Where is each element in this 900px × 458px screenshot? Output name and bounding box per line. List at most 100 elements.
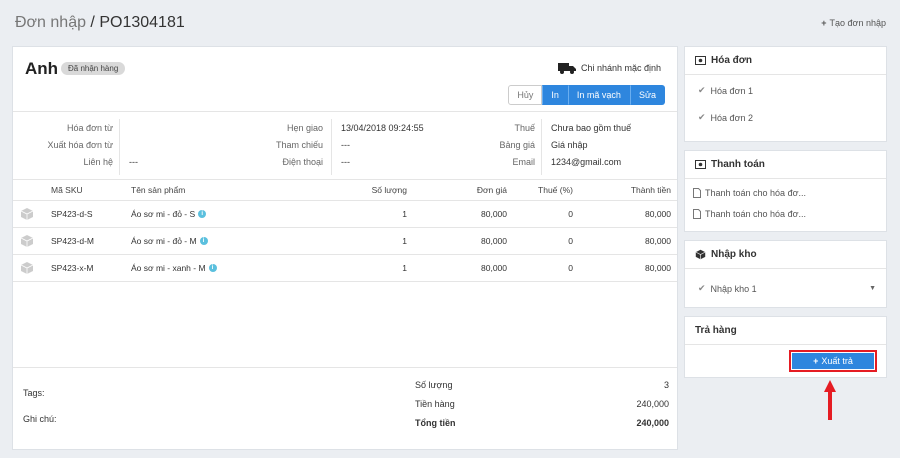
- info-value: [113, 140, 123, 157]
- product-table: Mã SKU Tên sản phẩm Số lượng Đơn giá Thu…: [13, 179, 677, 282]
- payment-card-header: Thanh toán: [685, 151, 886, 179]
- invoice-card-header: Hóa đơn: [685, 47, 886, 75]
- cell-tax: 0: [568, 236, 573, 246]
- cell-product-name[interactable]: Áo sơ mi - đỏ - Mi: [131, 228, 208, 254]
- summary-value: 240,000: [636, 418, 669, 428]
- info-value: ---: [341, 140, 350, 150]
- summary-label: Tổng tiền: [415, 418, 456, 428]
- check-icon: ✔: [698, 85, 706, 95]
- table-row[interactable]: SP423-x-M Áo sơ mi - xanh - Mi 1 80,000 …: [13, 255, 677, 282]
- create-purchase-order-link[interactable]: + Tạo đơn nhập: [821, 18, 886, 28]
- info-value: ---: [129, 157, 138, 167]
- product-name: Áo sơ mi - xanh - M: [131, 263, 206, 273]
- product-image: [20, 201, 34, 227]
- stock-receipt-item[interactable]: ✔ Nhập kho 1: [685, 275, 886, 302]
- table-row[interactable]: SP423-d-M Áo sơ mi - đỏ - Mi 1 80,000 0 …: [13, 228, 677, 255]
- page-title: Đơn nhập / PO1304181: [15, 14, 185, 32]
- info-icon[interactable]: i: [208, 264, 217, 272]
- payment-item-label: Thanh toán cho hóa đơ...: [705, 208, 806, 219]
- summary-value: 240,000: [636, 399, 669, 409]
- action-button-group: Hủy In In mã vạch Sửa: [508, 85, 665, 105]
- stock-receipt-item-label: Nhập kho 1: [710, 283, 757, 294]
- breadcrumb-parent[interactable]: Đơn nhập: [15, 14, 86, 31]
- payment-item[interactable]: Thanh toán cho hóa đơ...: [685, 203, 886, 224]
- cancel-button[interactable]: Hủy: [508, 85, 543, 105]
- info-icon[interactable]: i: [199, 237, 208, 245]
- summary-value: 3: [663, 380, 669, 390]
- info-label: Liên hệ: [83, 157, 113, 167]
- info-column-3: Thuế Chưa bao gồm thuế Bảng giá Giá nhập E…: [453, 123, 631, 174]
- info-column-1: Hóa đơn từ Xuất hóa đơn từ Liên hệ ---: [23, 123, 138, 174]
- print-barcode-button[interactable]: In mã vạch: [567, 85, 630, 105]
- cell-total: 80,000: [645, 236, 671, 246]
- summary-quantity: Số lượng 3: [415, 380, 669, 390]
- check-icon: ✔: [698, 283, 706, 293]
- returns-card-header: Trả hàng: [685, 317, 886, 345]
- payment-card-title: Thanh toán: [711, 159, 765, 170]
- box-icon: [20, 235, 34, 247]
- info-row: Hóa đơn từ: [23, 123, 138, 140]
- info-label: Email: [512, 157, 535, 167]
- cell-qty: 1: [402, 236, 407, 246]
- supplier-name[interactable]: Anh: [25, 59, 58, 79]
- info-label: Hóa đơn từ: [67, 123, 113, 133]
- cell-total: 80,000: [645, 209, 671, 219]
- info-label: Bảng giá: [499, 140, 535, 150]
- cell-product-name[interactable]: Áo sơ mi - xanh - Mi: [131, 255, 217, 281]
- print-button[interactable]: In: [542, 85, 568, 105]
- summary-grand-total: Tổng tiền 240,000: [415, 418, 669, 428]
- invoice-item-label: Hóa đơn 2: [710, 112, 753, 123]
- divider: [13, 111, 677, 112]
- cell-price: 80,000: [481, 236, 507, 246]
- info-label: Tham chiếu: [275, 140, 323, 150]
- info-value: 13/04/2018 09:24:55: [341, 123, 424, 133]
- invoice-item[interactable]: ✔ Hóa đơn 1: [685, 77, 886, 104]
- stock-receipt-card-title: Nhập kho: [711, 249, 757, 260]
- payment-item[interactable]: Thanh toán cho hóa đơ...: [685, 182, 886, 203]
- product-image: [20, 255, 34, 281]
- summary-label: Số lượng: [415, 380, 453, 390]
- tags-label: Tags:: [23, 388, 45, 398]
- info-value: ---: [341, 157, 350, 167]
- col-header-qty: Số lượng: [371, 185, 407, 195]
- info-row: Bảng giá Giá nhập: [453, 140, 631, 157]
- table-header: Mã SKU Tên sản phẩm Số lượng Đơn giá Thu…: [13, 179, 677, 201]
- summary-label: Tiền hàng: [415, 399, 455, 409]
- plus-icon: +: [813, 356, 819, 366]
- box-icon: [695, 249, 706, 260]
- stock-receipt-card-header: Nhập kho: [685, 241, 886, 269]
- info-label: Thuế: [514, 123, 535, 133]
- invoice-card-title: Hóa đơn: [711, 55, 752, 66]
- product-name: Áo sơ mi - đỏ - M: [131, 236, 197, 246]
- table-row[interactable]: SP423-d-S Áo sơ mi - đỏ - Si 1 80,000 0 …: [13, 201, 677, 228]
- info-column-2: Hẹn giao 13/04/2018 09:24:55 Tham chiếu --…: [243, 123, 424, 174]
- info-label: Xuất hóa đơn từ: [47, 140, 113, 150]
- chevron-down-icon[interactable]: ▼: [869, 285, 876, 292]
- col-header-tax: Thuế (%): [538, 185, 573, 195]
- divider: [331, 119, 332, 175]
- cell-sku: SP423-d-M: [51, 236, 94, 246]
- document-icon: [693, 187, 701, 198]
- info-icon[interactable]: i: [198, 210, 207, 218]
- branch-name: Chi nhánh mặc định: [580, 63, 661, 73]
- info-row: Xuất hóa đơn từ: [23, 140, 138, 157]
- cell-sku: SP423-x-M: [51, 263, 94, 273]
- order-code: PO1304181: [99, 14, 185, 31]
- create-purchase-order-label: Tạo đơn nhập: [829, 18, 886, 28]
- info-value: Chưa bao gồm thuế: [551, 123, 632, 133]
- payment-card: Thanh toán Thanh toán cho hóa đơ... Than…: [684, 150, 887, 232]
- divider: [119, 119, 120, 175]
- invoice-item-label: Hóa đơn 1: [710, 85, 753, 96]
- invoice-item[interactable]: ✔ Hóa đơn 2: [685, 104, 886, 131]
- info-row: Liên hệ ---: [23, 157, 138, 174]
- top-bar: Đơn nhập / PO1304181 + Tạo đơn nhập: [0, 0, 900, 46]
- edit-button[interactable]: Sửa: [629, 85, 665, 105]
- divider: [13, 367, 677, 368]
- export-return-button[interactable]: + Xuất trả: [789, 350, 877, 372]
- payment-item-label: Thanh toán cho hóa đơ...: [705, 187, 806, 198]
- info-value: Giá nhập: [551, 140, 588, 150]
- check-icon: ✔: [698, 112, 706, 122]
- cell-product-name[interactable]: Áo sơ mi - đỏ - Si: [131, 201, 207, 227]
- info-row: Tham chiếu ---: [243, 140, 424, 157]
- cell-tax: 0: [568, 263, 573, 273]
